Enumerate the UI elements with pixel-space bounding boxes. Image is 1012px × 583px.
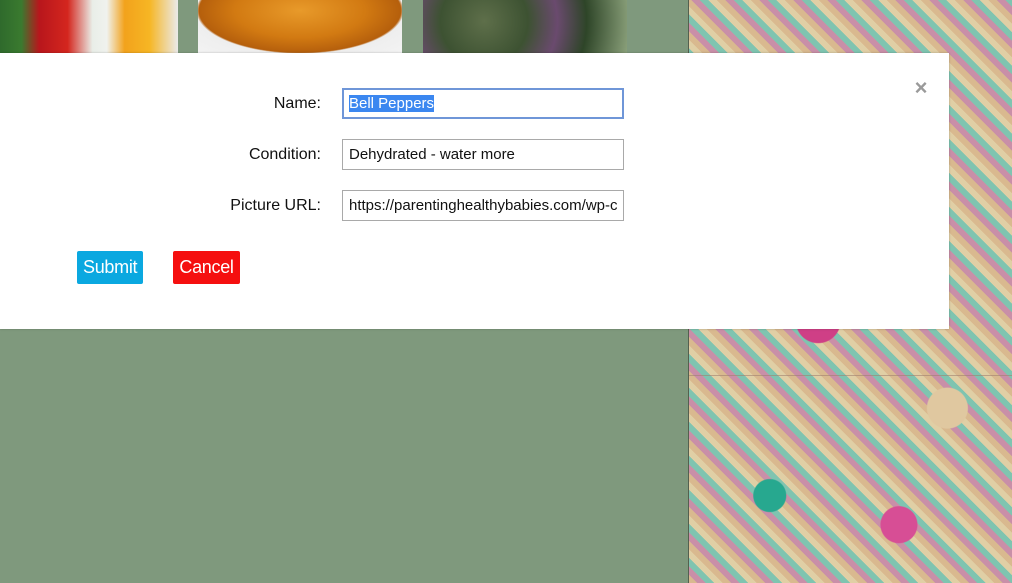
name-label: Name: (273, 95, 321, 112)
peppers-image[interactable] (0, 0, 178, 53)
picture-url-row: Picture URL: (0, 190, 700, 221)
pumpkin-image[interactable] (198, 0, 402, 53)
condition-row: Condition: (0, 139, 700, 170)
paisley-tile-seam (689, 375, 1012, 376)
name-row: Name: (0, 88, 700, 119)
name-input[interactable] (342, 88, 624, 119)
condition-label: Condition: (248, 146, 321, 163)
edit-plant-modal: × Name: Condition: Picture URL: Submit C… (0, 53, 949, 329)
condition-input[interactable] (342, 139, 624, 170)
cancel-button[interactable]: Cancel (173, 251, 240, 284)
picture-url-label: Picture URL: (230, 197, 321, 214)
picture-url-input[interactable] (342, 190, 624, 221)
submit-button[interactable]: Submit (77, 251, 143, 284)
close-icon[interactable]: × (910, 77, 932, 99)
basil-image[interactable] (423, 0, 627, 53)
